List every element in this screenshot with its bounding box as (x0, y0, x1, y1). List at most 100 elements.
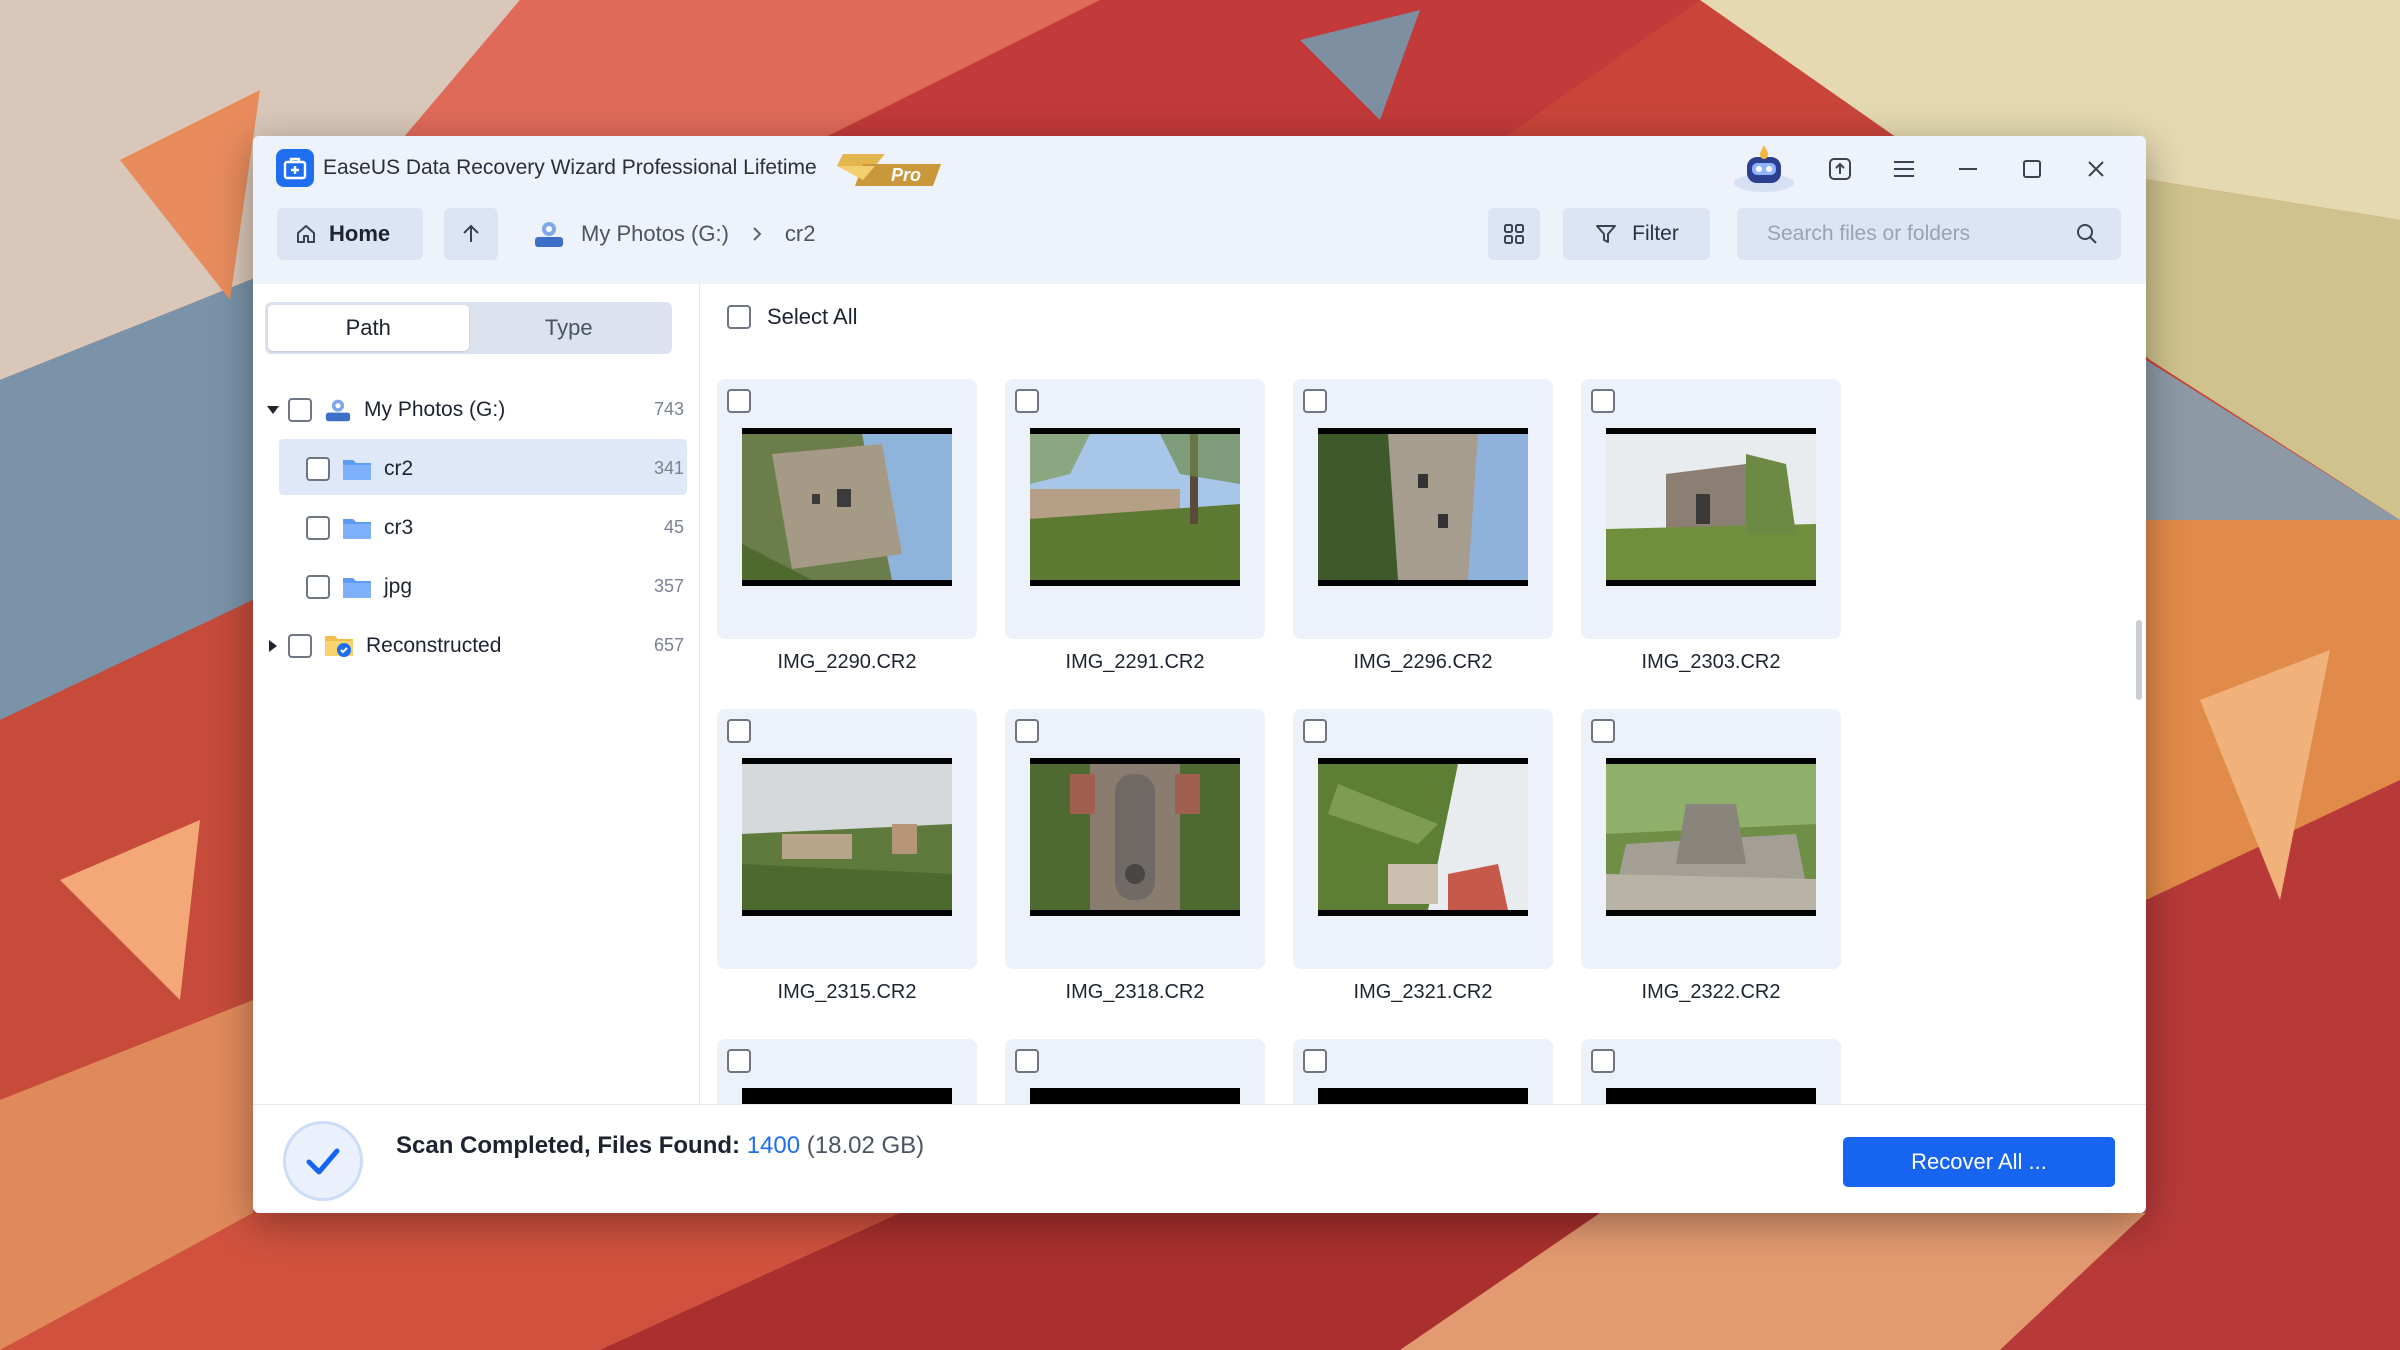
vertical-scrollbar[interactable] (2136, 620, 2142, 700)
files-found-count: 1400 (746, 1132, 801, 1159)
tree-item-reconstructed[interactable]: Reconstructed 657 (253, 616, 700, 675)
file-name: IMG_2315.CR2 (777, 981, 917, 1003)
thumbnail-frame[interactable] (1005, 709, 1265, 969)
checkbox[interactable] (306, 456, 330, 481)
file-checkbox[interactable] (1591, 389, 1615, 413)
thumbnail-frame[interactable] (1581, 379, 1841, 639)
file-name: IMG_2321.CR2 (1353, 981, 1493, 1003)
photo-thumbnail (1606, 758, 1816, 916)
file-grid-panel: Select All IMG_2290.CR2 IMG_2291.CR2 IMG… (701, 284, 2146, 1104)
pro-badge-label: Pro (891, 165, 921, 185)
file-card[interactable]: IMG_2321.CR2 (1293, 709, 1553, 1004)
tree-item-jpg[interactable]: jpg 357 (253, 557, 700, 616)
search-icon[interactable] (2075, 222, 2099, 246)
checkbox[interactable] (288, 397, 312, 422)
thumbnail-frame[interactable] (717, 379, 977, 639)
checkbox[interactable] (306, 574, 330, 599)
recover-all-button[interactable]: Recover All ... (1843, 1137, 2115, 1187)
search-input[interactable] (1737, 208, 2057, 260)
photo-thumbnail (742, 428, 952, 586)
file-name: IMG_2296.CR2 (1353, 651, 1493, 673)
thumbnail-frame[interactable] (1293, 1039, 1553, 1104)
file-checkbox[interactable] (1591, 719, 1615, 743)
file-checkbox[interactable] (1015, 389, 1039, 413)
thumbnail-frame[interactable] (1005, 379, 1265, 639)
sidebar: Path Type My Photos (G:) 743 cr2 341 cr3… (253, 284, 700, 1104)
file-checkbox[interactable] (727, 719, 751, 743)
thumbnail-frame[interactable] (1293, 379, 1553, 639)
search-box (1737, 208, 2121, 260)
tree-item-drive[interactable]: My Photos (G:) 743 (253, 380, 700, 439)
photo-thumbnail (1606, 1088, 1816, 1104)
file-card[interactable]: IMG_2291.CR2 (1005, 379, 1265, 674)
total-size: (18.02 GB) (806, 1132, 925, 1159)
file-card[interactable]: IMG_2290.CR2 (717, 379, 977, 674)
photo-thumbnail (1318, 758, 1528, 916)
file-checkbox[interactable] (1015, 719, 1039, 743)
checkbox[interactable] (306, 515, 330, 540)
checkbox[interactable] (288, 633, 312, 658)
file-checkbox[interactable] (1303, 719, 1327, 743)
thumbnail-frame[interactable] (1581, 1039, 1841, 1104)
grid-view-icon (1504, 224, 1524, 244)
file-checkbox[interactable] (1591, 1049, 1615, 1073)
filter-icon (1596, 225, 1617, 243)
window-controls (1724, 144, 2128, 194)
select-all-checkbox[interactable] (727, 305, 751, 329)
file-card[interactable] (1293, 1039, 1553, 1104)
breadcrumb-item-drive[interactable]: My Photos (G:) (581, 221, 729, 247)
maximize-icon[interactable] (2000, 144, 2064, 194)
caret-right-icon[interactable] (266, 639, 280, 653)
file-checkbox[interactable] (1015, 1049, 1039, 1073)
thumbnail-frame[interactable] (1005, 1039, 1265, 1104)
tab-type[interactable]: Type (469, 305, 670, 351)
file-card[interactable]: IMG_2315.CR2 (717, 709, 977, 1004)
photo-thumbnail (1030, 428, 1240, 586)
assistant-robot-icon[interactable] (1724, 141, 1804, 197)
menu-icon[interactable] (1872, 144, 1936, 194)
drive-icon (533, 219, 565, 249)
upload-feedback-icon[interactable] (1808, 144, 1872, 194)
close-icon[interactable] (2064, 144, 2128, 194)
file-checkbox[interactable] (727, 1049, 751, 1073)
view-mode-tabs: Path Type (265, 302, 672, 354)
file-card[interactable]: IMG_2318.CR2 (1005, 709, 1265, 1004)
tree-item-count: 743 (653, 399, 684, 419)
file-card[interactable]: IMG_2322.CR2 (1581, 709, 1841, 1004)
thumbnail-frame[interactable] (717, 1039, 977, 1104)
file-checkbox[interactable] (727, 389, 751, 413)
thumbnail-frame[interactable] (1293, 709, 1553, 969)
photo-thumbnail (1030, 758, 1240, 916)
file-card[interactable] (717, 1039, 977, 1104)
tree-item-cr2[interactable]: cr2 341 (253, 439, 700, 498)
tree-item-count: 341 (653, 458, 684, 478)
arrow-up-icon (463, 224, 479, 242)
selection-highlight (279, 439, 687, 495)
up-folder-button[interactable] (444, 208, 498, 260)
chevron-right-icon (751, 226, 763, 242)
filter-button[interactable]: Filter (1563, 208, 1710, 260)
file-card[interactable] (1581, 1039, 1841, 1104)
file-name: IMG_2303.CR2 (1641, 651, 1781, 673)
minimize-icon[interactable] (1936, 144, 2000, 194)
home-button[interactable]: Home (277, 208, 423, 260)
folder-icon (342, 457, 372, 481)
file-card[interactable]: IMG_2303.CR2 (1581, 379, 1841, 674)
file-card[interactable]: IMG_2296.CR2 (1293, 379, 1553, 674)
home-label: Home (329, 221, 391, 246)
breadcrumb-item-folder[interactable]: cr2 (785, 221, 816, 247)
thumbnail-frame[interactable] (717, 709, 977, 969)
tree-item-cr3[interactable]: cr3 45 (253, 498, 700, 557)
select-all-control[interactable]: Select All (727, 304, 858, 330)
file-checkbox[interactable] (1303, 389, 1327, 413)
grid-view-button[interactable] (1488, 208, 1540, 260)
status-footer: Scan Completed, Files Found: 1400 (18.02… (253, 1104, 2146, 1213)
tree-item-label: Reconstructed (366, 633, 502, 657)
photo-thumbnail (742, 758, 952, 916)
file-card[interactable] (1005, 1039, 1265, 1104)
caret-down-icon[interactable] (266, 405, 280, 415)
thumbnail-frame[interactable] (1581, 709, 1841, 969)
file-checkbox[interactable] (1303, 1049, 1327, 1073)
title-bar: EaseUS Data Recovery Wizard Professional… (253, 136, 2146, 284)
tab-path[interactable]: Path (268, 305, 469, 351)
